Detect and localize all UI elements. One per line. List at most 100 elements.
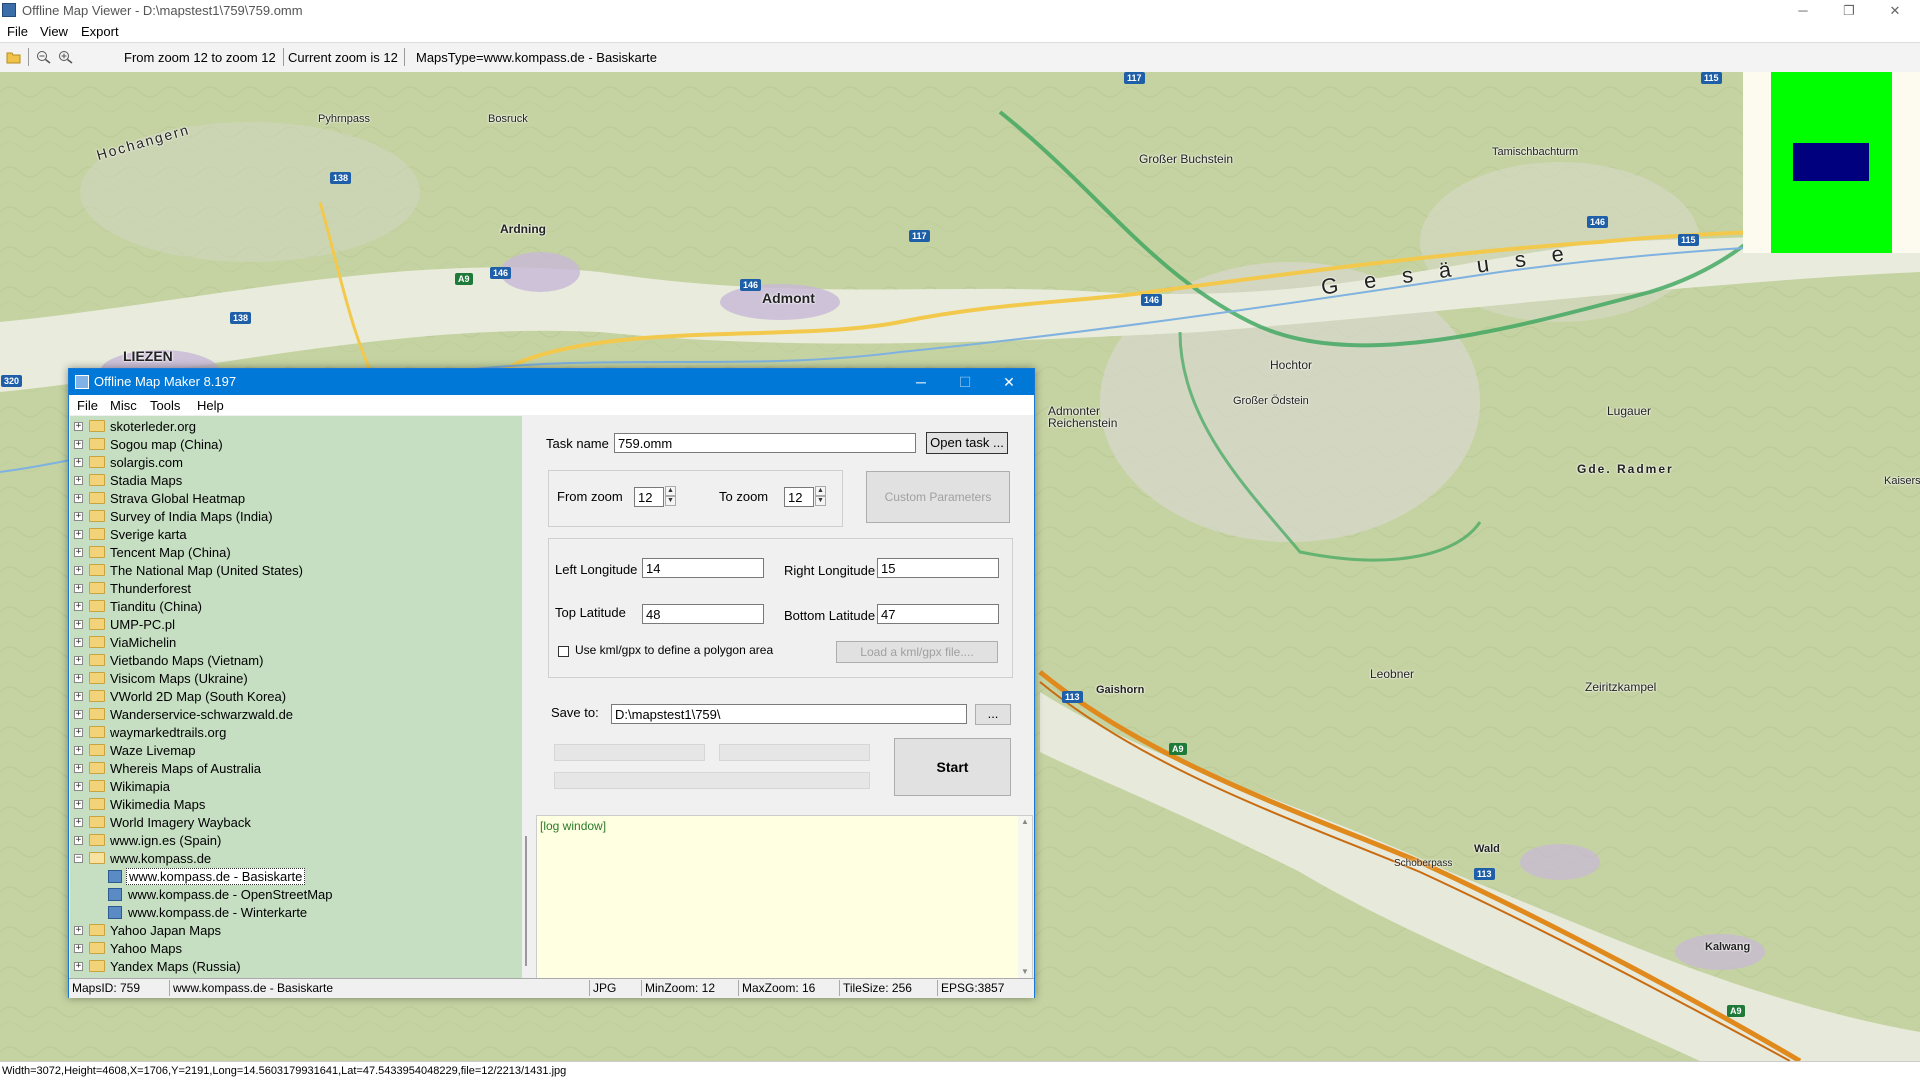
to-zoom-spinner[interactable]: ▲ ▼ <box>815 486 827 508</box>
tree-folder-item[interactable]: + Tianditu (China) <box>70 598 510 616</box>
expand-icon[interactable]: + <box>74 548 83 557</box>
collapse-icon[interactable]: − <box>74 854 83 863</box>
dialog-menu-misc[interactable]: Misc <box>110 398 137 413</box>
kml-checkbox[interactable] <box>558 646 569 657</box>
dialog-menu-tools[interactable]: Tools <box>150 398 180 413</box>
tree-folder-item[interactable]: + VWorld 2D Map (South Korea) <box>70 688 510 706</box>
custom-parameters-button[interactable]: Custom Parameters <box>866 471 1010 523</box>
open-folder-icon[interactable] <box>6 50 22 64</box>
expand-icon[interactable]: + <box>74 584 83 593</box>
expand-icon[interactable]: + <box>74 476 83 485</box>
start-button[interactable]: Start <box>894 738 1011 796</box>
tree-folder-item[interactable]: + Survey of India Maps (India) <box>70 508 510 526</box>
zoom-out-icon[interactable] <box>36 50 52 64</box>
tree-folder-item[interactable]: + Visicom Maps (Ukraine) <box>70 670 510 688</box>
tree-folder-item[interactable]: + Whereis Maps of Australia <box>70 760 510 778</box>
top-latitude-input[interactable]: 48 <box>642 604 764 624</box>
tree-folder-item[interactable]: + Stadia Maps <box>70 472 510 490</box>
load-kml-button[interactable]: Load a kml/gpx file.... <box>836 641 998 663</box>
expand-icon[interactable]: + <box>74 674 83 683</box>
expand-icon[interactable]: + <box>74 566 83 575</box>
expand-icon[interactable]: + <box>74 944 83 953</box>
dialog-minimize-button[interactable]: ─ <box>899 369 943 395</box>
to-zoom-input[interactable]: 12 <box>784 487 814 507</box>
dialog-menu-help[interactable]: Help <box>197 398 224 413</box>
open-task-button[interactable]: Open task ... <box>926 432 1008 454</box>
expand-icon[interactable]: + <box>74 494 83 503</box>
zoom-in-icon[interactable] <box>58 50 74 64</box>
tree-folder-item[interactable]: + UMP-PC.pl <box>70 616 510 634</box>
tree-folder-item[interactable]: + Yahoo Maps <box>70 940 510 958</box>
tree-scrollbar[interactable] <box>522 416 536 979</box>
expand-icon[interactable]: + <box>74 638 83 647</box>
expand-icon[interactable]: + <box>74 836 83 845</box>
restore-button[interactable]: ❐ <box>1826 0 1872 21</box>
dialog-title-bar[interactable]: Offline Map Maker 8.197 ─ ☐ ✕ <box>69 369 1034 395</box>
expand-icon[interactable]: + <box>74 782 83 791</box>
menu-file[interactable]: File <box>7 24 28 39</box>
tree-folder-item[interactable]: + Thunderforest <box>70 580 510 598</box>
expand-icon[interactable]: + <box>74 602 83 611</box>
tree-folder-item[interactable]: + skoterleder.org <box>70 418 510 436</box>
dialog-close-button[interactable]: ✕ <box>987 369 1031 395</box>
overview-minimap[interactable] <box>1743 72 1920 253</box>
menu-export[interactable]: Export <box>81 24 119 39</box>
log-window[interactable]: [log window] ▲ ▼ <box>536 815 1033 979</box>
tree-map-item[interactable]: www.kompass.de - Basiskarte <box>70 868 510 886</box>
expand-icon[interactable]: + <box>74 530 83 539</box>
dialog-maximize-button[interactable]: ☐ <box>943 369 987 395</box>
map-label-bosruck: Bosruck <box>488 113 528 125</box>
expand-icon[interactable]: + <box>74 746 83 755</box>
tree-folder-item[interactable]: + The National Map (United States) <box>70 562 510 580</box>
expand-icon[interactable]: + <box>74 728 83 737</box>
expand-icon[interactable]: + <box>74 800 83 809</box>
browse-button[interactable]: ... <box>975 704 1011 725</box>
expand-icon[interactable]: + <box>74 962 83 971</box>
minimize-button[interactable]: ─ <box>1780 0 1826 21</box>
from-zoom-spinner[interactable]: ▲ ▼ <box>665 486 677 508</box>
tree-folder-item[interactable]: + Sogou map (China) <box>70 436 510 454</box>
expand-icon[interactable]: + <box>74 620 83 629</box>
tree-folder-item[interactable]: + solargis.com <box>70 454 510 472</box>
expand-icon[interactable]: + <box>74 692 83 701</box>
tree-folder-item[interactable]: + Wikimapia <box>70 778 510 796</box>
expand-icon[interactable]: + <box>74 512 83 521</box>
tree-folder-item[interactable]: − www.kompass.de <box>70 850 510 868</box>
left-longitude-input[interactable]: 14 <box>642 558 764 578</box>
from-zoom-input[interactable]: 12 <box>634 487 664 507</box>
menu-view[interactable]: View <box>40 24 68 39</box>
save-to-input[interactable]: D:\mapstest1\759\ <box>611 704 967 724</box>
expand-icon[interactable]: + <box>74 926 83 935</box>
tree-map-item[interactable]: www.kompass.de - Winterkarte <box>70 904 510 922</box>
close-button[interactable]: ✕ <box>1872 0 1918 21</box>
tree-folder-item[interactable]: + Vietbando Maps (Vietnam) <box>70 652 510 670</box>
tree-folder-item[interactable]: + Wikimedia Maps <box>70 796 510 814</box>
tree-folder-item[interactable]: + www.ign.es (Spain) <box>70 832 510 850</box>
expand-icon[interactable]: + <box>74 440 83 449</box>
task-name-input[interactable]: 759.omm <box>614 433 916 453</box>
expand-icon[interactable]: + <box>74 422 83 431</box>
tree-folder-item[interactable]: + Strava Global Heatmap <box>70 490 510 508</box>
expand-icon[interactable]: + <box>74 458 83 467</box>
log-scrollbar[interactable]: ▲ ▼ <box>1018 816 1032 978</box>
tree-folder-item[interactable]: + Yandex Maps (Russia) <box>70 958 510 976</box>
tree-folder-item[interactable]: + ViaMichelin <box>70 634 510 652</box>
tree-folder-item[interactable]: + Tencent Map (China) <box>70 544 510 562</box>
tree-folder-item[interactable]: + waymarkedtrails.org <box>70 724 510 742</box>
tree-folder-item[interactable]: + Sverige karta <box>70 526 510 544</box>
expand-icon[interactable]: + <box>74 656 83 665</box>
expand-icon[interactable]: + <box>74 764 83 773</box>
right-longitude-input[interactable]: 15 <box>877 558 999 578</box>
minimap-viewport[interactable] <box>1793 143 1869 181</box>
bottom-latitude-input[interactable]: 47 <box>877 604 999 624</box>
expand-icon[interactable]: + <box>74 818 83 827</box>
expand-icon[interactable]: + <box>74 710 83 719</box>
dialog-menu-file[interactable]: File <box>77 398 98 413</box>
tree-folder-item[interactable]: + Yahoo Japan Maps <box>70 922 510 940</box>
tree-folder-item[interactable]: + World Imagery Wayback <box>70 814 510 832</box>
tree-folder-item[interactable]: + Waze Livemap <box>70 742 510 760</box>
tree-scrollbar-thumb[interactable] <box>525 836 527 966</box>
map-source-tree[interactable]: + skoterleder.org + Sogou map (China) + solar… <box>70 416 522 979</box>
tree-folder-item[interactable]: + Wanderservice-schwarzwald.de <box>70 706 510 724</box>
tree-map-item[interactable]: www.kompass.de - OpenStreetMap <box>70 886 510 904</box>
